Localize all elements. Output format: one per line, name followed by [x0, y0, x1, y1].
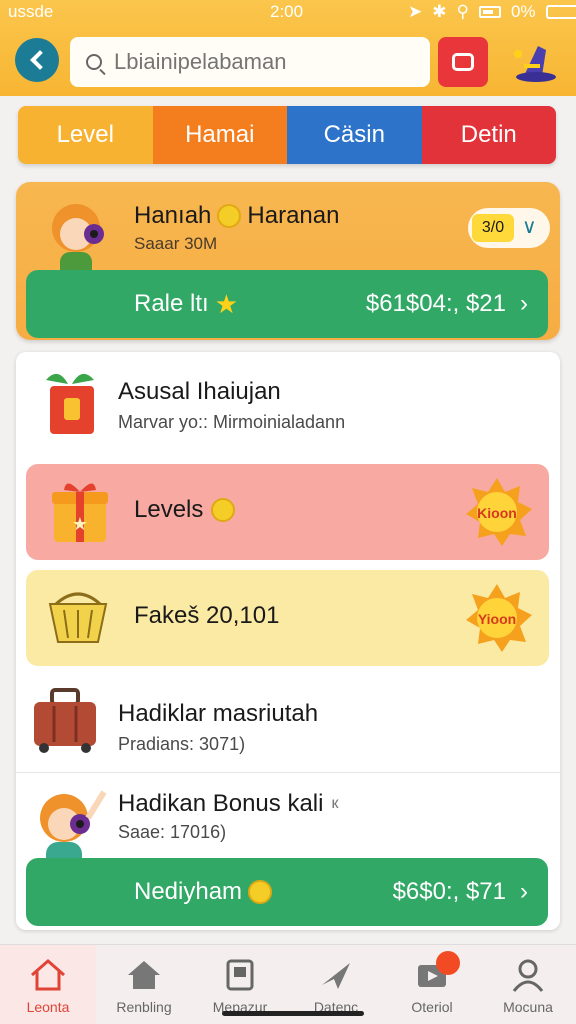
clock: 2:00 — [270, 2, 304, 21]
basket-icon — [48, 592, 108, 643]
level-pill[interactable]: 3/0 ∨ — [468, 208, 550, 248]
nav-label: Oteriol — [411, 999, 453, 1015]
levels-label: Levels — [134, 496, 236, 524]
coupon-icon — [226, 959, 254, 991]
levels-badge-text: Kioon — [477, 505, 517, 521]
battery-percent: 0% — [510, 2, 536, 21]
nav-item-mocuna[interactable]: Mocuna — [480, 945, 576, 1024]
search-bar[interactable] — [70, 37, 430, 87]
featured-subtitle: Saaar 30M — [134, 234, 218, 253]
coin-icon — [217, 204, 242, 228]
level-value: 3/0 — [472, 214, 514, 242]
battery-icon — [545, 5, 576, 19]
chevron-right-icon: › — [520, 878, 528, 905]
bluetooth-icon: ✱ — [432, 2, 447, 21]
profile-icon — [512, 959, 544, 992]
search-input[interactable] — [114, 49, 414, 75]
small-battery-icon — [478, 6, 501, 18]
item-subtitle: Pradians: 3071) — [118, 734, 246, 754]
nav-item-renbling[interactable]: Renbling — [96, 945, 192, 1024]
fakes-label: Fakeš 20,101 — [134, 602, 280, 629]
list-item-fakes[interactable]: Fakeš 20,101 Yioon — [26, 570, 549, 666]
tab-casin[interactable]: Cäsin — [287, 106, 422, 164]
tab-hamai[interactable]: Hamai — [152, 106, 287, 164]
wizard-hat-icon[interactable] — [510, 40, 560, 84]
featured-title-text-2: Haranan — [247, 202, 340, 229]
featured-title: Hanıah Haranan — [134, 202, 339, 230]
tab-detin[interactable]: Detin — [421, 106, 556, 164]
home-indicator — [222, 1011, 364, 1016]
gift-button[interactable] — [438, 37, 488, 87]
bonus-cta: Nediyham — [134, 878, 273, 906]
coin-icon — [248, 880, 273, 904]
nav-label: Leonta — [26, 999, 70, 1015]
bonus-cta-label: Nediyham — [134, 878, 243, 905]
svg-text:★: ★ — [72, 514, 88, 534]
chevron-down-icon: ∨ — [522, 216, 537, 238]
divider — [16, 772, 560, 773]
carrier-label: ussde — [8, 2, 54, 21]
nav-item-leonta[interactable]: Leonta — [0, 945, 96, 1024]
item-title: Hadiklar masriutah — [118, 700, 319, 727]
star-icon: ★ — [214, 288, 239, 319]
back-button[interactable] — [15, 38, 59, 82]
category-tabs: Level Hamai Cäsin Detin — [18, 106, 556, 164]
item-title: Hadikan Bonus kali к — [118, 790, 338, 818]
tab-level[interactable]: Level — [18, 106, 153, 164]
bonus-cta-button[interactable]: Nediyham $6$0:, $71 › — [26, 858, 548, 926]
suitcase-icon — [34, 688, 96, 753]
home-icon — [31, 959, 65, 991]
nav-label: Renbling — [116, 999, 172, 1015]
featured-cta-label: Rale ltı — [134, 290, 209, 317]
item-subtitle: Marvar yo:: Mirmoinialadann — [118, 412, 346, 432]
search-icon — [86, 54, 102, 70]
fakes-badge-text: Yioon — [478, 611, 516, 627]
location-icon: ➤ — [408, 2, 423, 21]
nav-item-oteriol[interactable]: Oteriol — [384, 945, 480, 1024]
sun-badge-icon: Yioon — [466, 584, 532, 652]
bonus-amount-text: $6$0:, $71 — [392, 878, 506, 905]
gift-icon — [452, 53, 474, 71]
featured-amount: $61$04:, $21 › — [366, 290, 528, 318]
bonus-tag: к — [331, 795, 339, 812]
status-icons: ➤ ✱ ⚲ 0% — [408, 2, 576, 22]
bonus-title-text: Hadikan Bonus kali — [118, 790, 324, 817]
back-arrow-icon — [30, 50, 50, 70]
nav-label: Mocuna — [503, 999, 553, 1015]
featured-cta-button[interactable]: Rale ltı ★ $61$04:, $21 › — [26, 270, 548, 338]
featured-title-text: Hanıah — [134, 202, 212, 229]
app-header: ussde 2:00 ➤ ✱ ⚲ 0% — [0, 0, 576, 96]
featured-cta: Rale ltı ★ — [134, 289, 238, 320]
status-bar: ussde 2:00 ➤ ✱ ⚲ 0% — [0, 2, 576, 24]
levels-label-text: Levels — [134, 496, 204, 523]
alarm-icon: ⚲ — [456, 2, 469, 21]
house-icon — [128, 961, 160, 989]
item-title: Asusal Ihaiujan — [118, 378, 281, 405]
bonus-amount: $6$0:, $71 › — [393, 878, 528, 906]
gift-box-icon — [46, 373, 94, 434]
item-subtitle: Saae: 17016) — [118, 822, 227, 842]
notification-badge — [436, 951, 460, 975]
sun-badge-icon: Kioon — [466, 478, 532, 546]
coin-icon — [211, 498, 236, 522]
list-item-levels[interactable]: ★ Levels Kioon — [26, 464, 549, 560]
chevron-right-icon: › — [520, 290, 528, 317]
send-icon — [322, 963, 350, 989]
featured-amount-text: $61$04:, $21 — [365, 290, 506, 317]
gift-icon: ★ — [52, 483, 108, 542]
